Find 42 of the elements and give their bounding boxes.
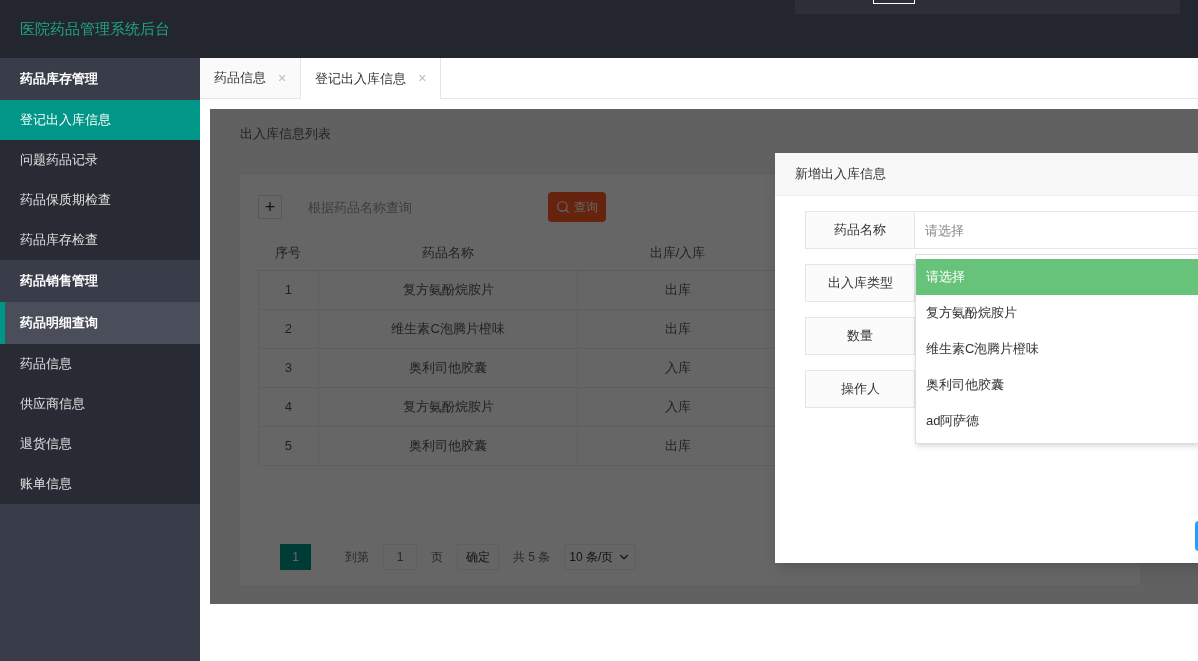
dropdown-option[interactable]: ad阿萨德	[916, 403, 1198, 439]
table-cell: 维生素C泡腾片橙味	[318, 309, 578, 348]
list-title: 出入库信息列表	[240, 126, 331, 141]
search-icon	[556, 200, 570, 214]
sidebar-item[interactable]: 供应商信息	[0, 384, 200, 424]
dropdown-option[interactable]: 维生素C泡腾片橙味	[916, 331, 1198, 367]
tab-label: 药品信息	[214, 69, 266, 88]
sidebar-item[interactable]: 账单信息	[0, 464, 200, 504]
sidebar-item[interactable]: 登记出入库信息	[0, 100, 200, 140]
table-cell: 复方氨酚烷胺片	[318, 387, 578, 426]
sidebar-item[interactable]: 退货信息	[0, 424, 200, 464]
field-label: 操作人	[805, 370, 915, 408]
table-cell: 复方氨酚烷胺片	[318, 270, 578, 309]
sidebar-item[interactable]: 问题药品记录	[0, 140, 200, 180]
select-field[interactable]: 请选择	[915, 211, 1198, 249]
sidebar-group[interactable]: 药品明细查询	[0, 302, 200, 344]
tab[interactable]: 药品信息 ×	[200, 58, 302, 98]
dropdown-option[interactable]: 奥利司他胶囊	[916, 367, 1198, 403]
header-box-icon	[873, 0, 915, 4]
sidebar-item[interactable]: 药品库存检查	[0, 220, 200, 260]
total-count: 共 5 条	[513, 548, 551, 566]
hover-indicator	[0, 302, 5, 344]
table-cell: 2	[258, 309, 319, 348]
table-cell: 3	[258, 348, 319, 387]
table-cell: 1	[258, 270, 319, 309]
table-cell: 5	[258, 426, 319, 465]
sidebar-item[interactable]: 药品保质期检查	[0, 180, 200, 220]
table-cell: 4	[258, 387, 319, 426]
table-cell: 奥利司他胶囊	[318, 348, 578, 387]
field-label: 数量	[805, 317, 915, 355]
table-cell: 奥利司他胶囊	[318, 426, 578, 465]
column-header: 序号	[258, 235, 319, 270]
sidebar-item[interactable]: 药品信息	[0, 344, 200, 384]
tab-label: 登记出入库信息	[315, 69, 407, 88]
field-label: 出入库类型	[805, 264, 915, 302]
tab[interactable]: 登记出入库信息 ×	[301, 58, 442, 99]
page-unit: 页	[431, 548, 443, 566]
app-title: 医院药品管理系统后台	[20, 18, 170, 39]
dropdown-option[interactable]: 复方氨酚烷胺片	[916, 295, 1198, 331]
dialog-title: 新增出入库信息	[795, 165, 886, 184]
field-label: 药品名称	[805, 211, 915, 249]
column-header: 药品名称	[318, 235, 578, 270]
